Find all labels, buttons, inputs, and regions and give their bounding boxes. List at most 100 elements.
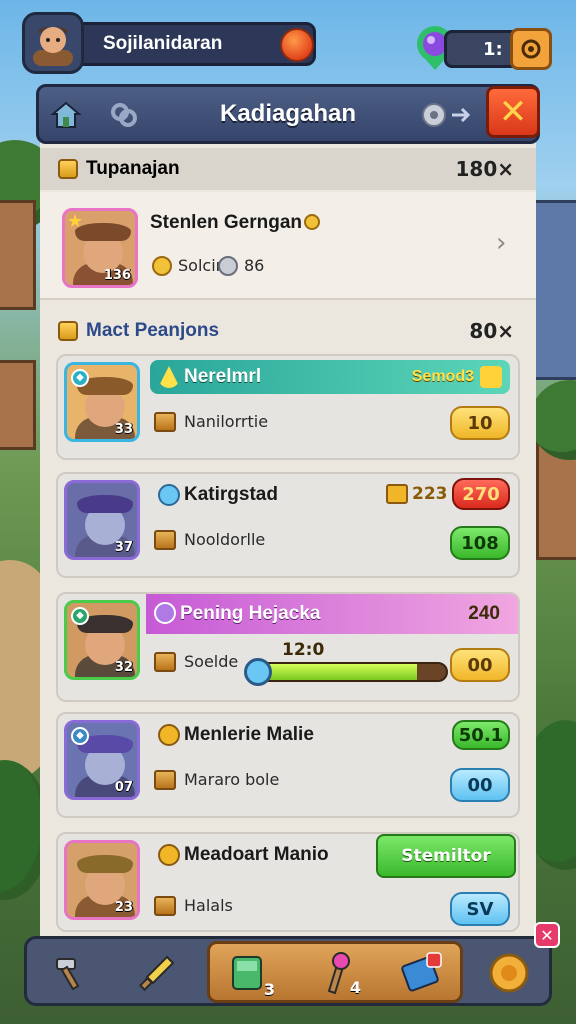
progress-label: 12:0 — [282, 640, 325, 660]
hero-name: Stenlen Gerngan — [150, 212, 303, 233]
torch-icon[interactable]: 4 — [305, 945, 365, 1001]
coin-icon — [158, 724, 180, 746]
progress-knob-icon[interactable] — [244, 658, 272, 686]
crate-icon — [154, 896, 176, 916]
hero-tag: Semod3 — [411, 368, 474, 385]
hero-portrait: ◆ 33 — [64, 362, 140, 442]
section-header-peanjons: Mact Peanjons 80× — [40, 310, 536, 352]
bottom-close-button[interactable]: ✕ — [534, 922, 560, 948]
hero-level: 136 — [103, 268, 131, 283]
crate-icon — [154, 412, 176, 432]
fire-icon[interactable] — [280, 28, 314, 62]
arrow-icon[interactable] — [443, 97, 481, 133]
hero-sub-label: Soelde — [184, 652, 239, 671]
rank-icon — [158, 366, 180, 388]
hero-name-strip: Meadoart Manio — [150, 838, 368, 872]
gem-icon — [154, 602, 176, 624]
hero-level: 07 — [114, 780, 133, 795]
section-label: Mact Peanjons — [86, 320, 220, 341]
price-value: 270 — [462, 483, 500, 505]
hero-portrait: 23 — [64, 840, 140, 920]
hero-level: 33 — [114, 422, 133, 437]
hero-name: Nerelmrl — [184, 366, 262, 387]
coin-icon — [58, 159, 78, 179]
avatar-portrait-icon — [33, 26, 73, 66]
panel-header: Kadiagahan — [36, 84, 540, 144]
list-item[interactable]: 23 Meadoart Manio Stemiltor Halals SV — [56, 832, 520, 932]
section-count: 180× — [455, 157, 514, 181]
list-item[interactable]: 37 Katirgstad 223 270 Nooldorlle 108 — [56, 472, 520, 578]
player-avatar[interactable] — [22, 12, 84, 74]
player-name: Sojilanidaran — [103, 33, 223, 54]
progress-fill — [250, 664, 417, 680]
element-badge-icon: ◆ — [71, 369, 89, 387]
resource-add-button[interactable] — [510, 28, 552, 70]
crate-icon — [154, 770, 176, 790]
gold-amount: 223 — [412, 484, 448, 504]
hero-level: 32 — [114, 660, 133, 675]
orb-icon — [158, 484, 180, 506]
close-button[interactable]: ✕ — [486, 86, 540, 138]
coin-icon — [158, 844, 180, 866]
section-label: Tupanajan — [86, 158, 180, 179]
cost-value: 00 — [467, 654, 493, 676]
chevron-right-icon[interactable]: › — [496, 228, 506, 258]
hero-sub-label: Solcir — [178, 256, 223, 275]
element-badge-icon: ◆ — [71, 607, 89, 625]
cost-value: 10 — [467, 412, 493, 434]
hero-portrait: 37 — [64, 480, 140, 560]
cost-value: SV — [466, 898, 494, 920]
section-count: 80× — [469, 319, 514, 343]
resource-value: 1: — [483, 38, 503, 60]
close-icon: ✕ — [498, 92, 528, 132]
progress-bar — [248, 662, 448, 682]
hero-amount: 240 — [468, 603, 500, 624]
value-text: 50.1 — [458, 724, 504, 746]
shield-icon[interactable] — [391, 945, 451, 1001]
silver-icon — [218, 256, 238, 276]
hero-sub-label: Mararo bole — [184, 770, 280, 789]
resource-counter: 1: — [444, 30, 520, 68]
list-item[interactable]: ◆ 07 Menlerie Malie 50.1 Mararo bole 00 — [56, 712, 520, 818]
hero-name-strip: Pening Hejacka 240 — [146, 594, 518, 634]
value-pill[interactable]: 50.1 — [452, 720, 510, 750]
potion-icon[interactable]: 3 — [217, 945, 277, 1001]
hero-name: Katirgstad — [184, 484, 278, 505]
top-bar: Sojilanidaran 1: — [0, 8, 576, 74]
cost-pill[interactable]: 00 — [450, 648, 510, 682]
featured-hero-row[interactable]: ★ 136 Stenlen Gerngan Solcir 86 › — [40, 192, 536, 300]
close-icon: ✕ — [540, 925, 554, 945]
list-item[interactable]: ◆ 33 Nerelmrl Semod3 Nanilorrtie 10 — [56, 354, 520, 460]
list-item[interactable]: ◆ 32 Pening Hejacka 240 Soelde 12:0 00 — [56, 592, 520, 702]
cost-value: 00 — [467, 774, 493, 796]
torch-count: 4 — [349, 978, 361, 997]
hero-sub-label: Halals — [184, 896, 233, 915]
star-icon: ★ — [67, 211, 84, 232]
hammer-icon[interactable] — [41, 945, 101, 1001]
crate-icon — [154, 652, 176, 672]
coin-icon — [58, 321, 78, 341]
hero-name: Pening Hejacka — [180, 603, 321, 624]
cost-pill[interactable]: 00 — [450, 768, 510, 802]
coin-icon — [304, 214, 320, 230]
value-pill[interactable]: 108 — [450, 526, 510, 560]
gold-bar-icon — [386, 484, 408, 504]
hero-portrait: ◆ 07 — [64, 720, 140, 800]
hero-name: Menlerie Malie — [184, 724, 314, 745]
hero-sub-value: 86 — [244, 256, 265, 275]
chest-icon — [480, 366, 502, 388]
cost-pill[interactable]: SV — [450, 892, 510, 926]
recruit-button-label: Stemiltor — [401, 846, 491, 866]
crate-icon — [154, 530, 176, 550]
ring-icon — [521, 39, 541, 59]
cost-pill[interactable]: 10 — [450, 406, 510, 440]
gold-icon — [152, 256, 172, 276]
recruit-button[interactable]: Stemiltor — [376, 834, 516, 878]
value-text: 108 — [461, 532, 499, 554]
hero-portrait: ★ 136 — [62, 208, 138, 288]
price-pill[interactable]: 270 — [452, 478, 510, 510]
hero-name: Meadoart Manio — [184, 844, 329, 865]
sword-icon[interactable] — [127, 945, 187, 1001]
orb-icon[interactable] — [479, 945, 539, 1001]
hero-portrait: ◆ 32 — [64, 600, 140, 680]
